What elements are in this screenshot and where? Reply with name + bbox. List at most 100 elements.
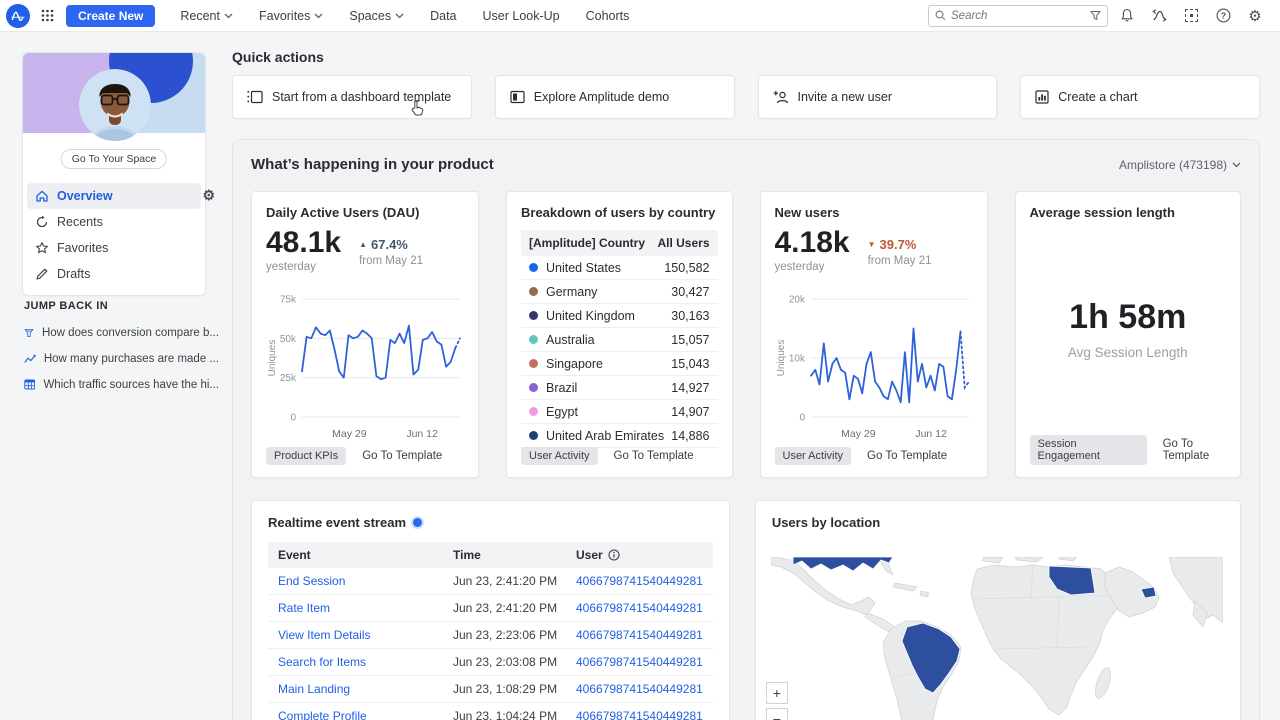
country-color-dot — [529, 287, 538, 296]
event-stream-title: Realtime event stream — [268, 515, 406, 530]
session-value: 1h 58m — [1030, 298, 1227, 337]
help-icon[interactable]: ? — [1210, 3, 1236, 29]
dau-tag[interactable]: Product KPIs — [266, 447, 346, 465]
quick-action-invite-user[interactable]: Invite a new user — [758, 75, 998, 119]
nav-spaces[interactable]: Spaces — [338, 0, 415, 32]
search-input[interactable] — [951, 10, 1085, 22]
world-map[interactable] — [771, 557, 1223, 720]
table-row[interactable]: Germany30,427 — [521, 280, 718, 304]
nav-favorites[interactable]: Favorites — [248, 0, 334, 32]
user-col-header: User — [576, 548, 703, 562]
info-icon[interactable] — [608, 549, 620, 561]
dau-value-caption: yesterday — [266, 261, 341, 273]
jump-item-conversion[interactable]: How does conversion compare b... — [24, 326, 219, 340]
notifications-bell-icon[interactable] — [1114, 3, 1140, 29]
nav-data[interactable]: Data — [419, 0, 467, 32]
journeys-path-icon[interactable] — [1146, 3, 1172, 29]
sidebar-item-favorites[interactable]: Favorites — [27, 235, 201, 261]
jump-item-traffic-sources[interactable]: Which traffic sources have the hi... — [24, 378, 219, 391]
table-row[interactable]: Singapore15,043 — [521, 352, 718, 376]
event-time: Jun 23, 2:41:20 PM — [453, 574, 576, 588]
table-row[interactable]: United Kingdom30,163 — [521, 304, 718, 328]
settings-gear-icon[interactable]: ⚙ — [1242, 3, 1268, 29]
sidebar-item-overview[interactable]: Overview ⚙ — [27, 183, 201, 209]
user-id-link[interactable]: 4066798741540449281 — [576, 709, 703, 720]
country-color-dot — [529, 335, 538, 344]
go-to-your-space-button[interactable]: Go To Your Space — [61, 149, 167, 169]
table-row[interactable]: United Arab Emirates14,886 — [521, 424, 718, 448]
dau-line-chart[interactable]: 75k50k25k0UniquesMay 29Jun 12 — [266, 287, 466, 445]
dau-go-to-template-link[interactable]: Go To Template — [362, 450, 442, 462]
event-link[interactable]: Rate Item — [278, 601, 330, 615]
country-users-value: 30,427 — [671, 285, 709, 299]
new-users-line-chart[interactable]: 20k10k0UniquesMay 29Jun 12 — [775, 287, 975, 445]
user-id-link[interactable]: 4066798741540449281 — [576, 655, 703, 669]
quick-action-create-chart[interactable]: Create a chart — [1020, 75, 1260, 119]
live-indicator-icon — [413, 518, 422, 527]
event-link[interactable]: Main Landing — [278, 682, 350, 696]
quick-action-explore-demo[interactable]: Explore Amplitude demo — [495, 75, 735, 119]
map-zoom-out-button[interactable]: − — [766, 708, 788, 720]
search-box[interactable] — [928, 5, 1108, 27]
country-tag[interactable]: User Activity — [521, 447, 598, 465]
amplitude-logo[interactable] — [6, 4, 30, 28]
create-chart-icon — [1035, 90, 1049, 104]
table-row[interactable]: United States150,582 — [521, 256, 718, 280]
table-row[interactable]: Egypt14,907 — [521, 400, 718, 424]
new-users-tag[interactable]: User Activity — [775, 447, 852, 465]
map-zoom-in-button[interactable]: + — [766, 682, 788, 704]
country-breakdown-card: Breakdown of users by country [Amplitude… — [506, 191, 733, 478]
session-title: Average session length — [1030, 205, 1227, 220]
table-row[interactable]: Australia15,057 — [521, 328, 718, 352]
nav-recent[interactable]: Recent — [169, 0, 244, 32]
sidebar-item-drafts[interactable]: Drafts — [27, 261, 201, 287]
country-name: United Arab Emirates — [546, 429, 664, 443]
event-col-header: Event — [278, 548, 453, 562]
user-id-link[interactable]: 4066798741540449281 — [576, 574, 703, 588]
time-col-header: Time — [453, 548, 576, 562]
table-row[interactable]: Brazil14,927 — [521, 376, 718, 400]
svg-text:Uniques: Uniques — [267, 340, 278, 377]
sidebar-item-recents[interactable]: Recents — [27, 209, 201, 235]
home-icon — [35, 189, 49, 203]
project-picker[interactable]: Amplistore (473198) — [1119, 158, 1241, 172]
star-icon — [35, 241, 49, 255]
demo-window-icon — [510, 90, 525, 104]
new-users-go-to-template-link[interactable]: Go To Template — [867, 450, 947, 462]
create-new-button[interactable]: Create New — [66, 5, 155, 27]
overview-settings-gear-icon[interactable]: ⚙ — [202, 188, 215, 202]
apps-grid-icon[interactable] — [36, 5, 58, 27]
svg-text:50k: 50k — [280, 334, 297, 345]
svg-text:Jun 12: Jun 12 — [406, 428, 438, 440]
country-users-value: 14,927 — [671, 381, 709, 395]
session-go-to-template-link[interactable]: Go To Template — [1163, 438, 1240, 462]
select-region-icon[interactable] — [1178, 3, 1204, 29]
event-link[interactable]: View Item Details — [278, 628, 370, 642]
country-color-dot — [529, 431, 538, 440]
jump-item-purchases[interactable]: How many purchases are made ... — [24, 353, 219, 365]
svg-text:May 29: May 29 — [841, 428, 876, 440]
nav-user-lookup[interactable]: User Look-Up — [472, 0, 571, 32]
amplitude-dashboard: Create New Recent Favorites Spaces Data … — [0, 0, 1280, 720]
dau-card: Daily Active Users (DAU) 48.1k yesterday… — [251, 191, 479, 478]
new-users-value: 4.18k — [775, 228, 850, 258]
event-link[interactable]: Search for Items — [278, 655, 366, 669]
country-users-value: 15,057 — [671, 333, 709, 347]
event-link[interactable]: End Session — [278, 574, 345, 588]
quick-action-dashboard-template[interactable]: Start from a dashboard template — [232, 75, 472, 119]
filter-funnel-icon[interactable] — [1090, 10, 1101, 21]
user-id-link[interactable]: 4066798741540449281 — [576, 628, 703, 642]
quick-actions-row: Start from a dashboard template Explore … — [232, 75, 1260, 119]
user-id-link[interactable]: 4066798741540449281 — [576, 601, 703, 615]
user-id-link[interactable]: 4066798741540449281 — [576, 682, 703, 696]
avatar[interactable] — [79, 69, 151, 141]
event-table: Event Time User End Session Jun 23, 2:41:… — [268, 542, 713, 720]
invite-user-icon — [773, 90, 789, 104]
event-row: View Item DetailsJun 23, 2:23:06 PM40667… — [268, 622, 713, 649]
nav-cohorts[interactable]: Cohorts — [575, 0, 641, 32]
country-go-to-template-link[interactable]: Go To Template — [614, 450, 694, 462]
svg-text:Jun 12: Jun 12 — [915, 428, 947, 440]
session-tag[interactable]: Session Engagement — [1030, 435, 1147, 465]
chevron-down-icon — [395, 13, 404, 19]
event-link[interactable]: Complete Profile — [278, 709, 367, 720]
